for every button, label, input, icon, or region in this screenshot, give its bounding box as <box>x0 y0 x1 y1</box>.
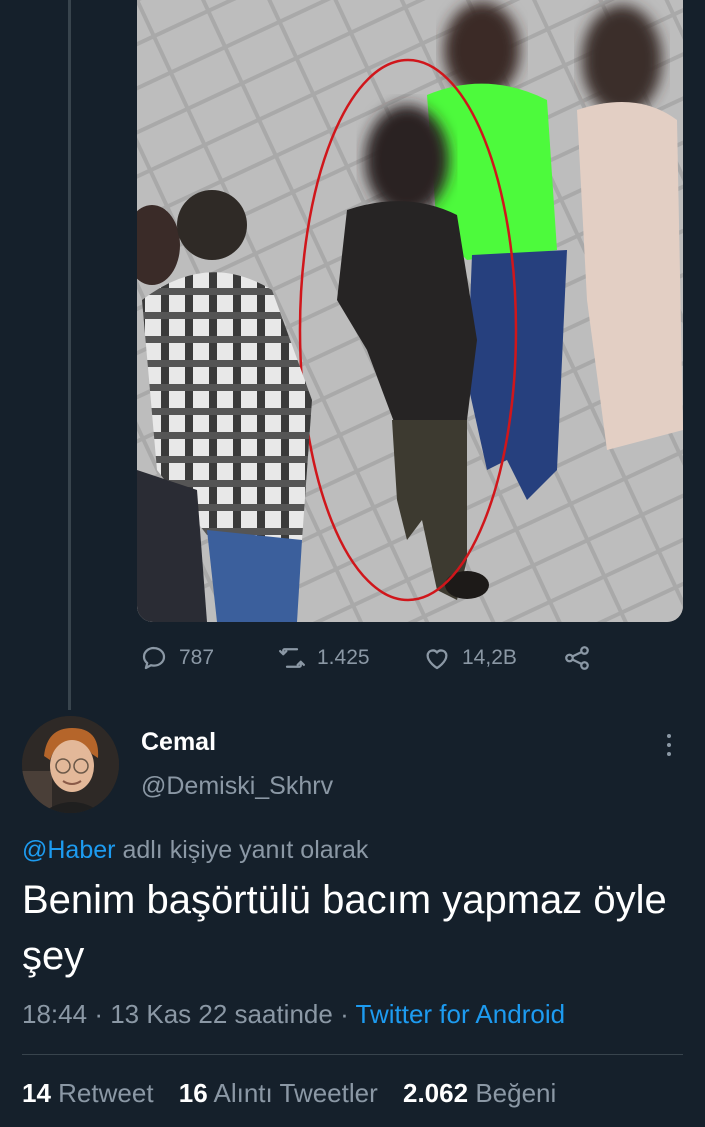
likes-stat[interactable]: 2.062 Beğeni <box>403 1078 556 1108</box>
more-dot-icon <box>667 743 671 747</box>
like-count: 14,2B <box>462 646 517 669</box>
retweets-count: 14 <box>22 1078 51 1108</box>
quotes-stat[interactable]: 16 Alıntı Tweetler <box>179 1078 378 1108</box>
reply-count: 787 <box>179 646 215 669</box>
meta-separator: · <box>340 999 349 1029</box>
retweet-button[interactable]: 1.425 <box>277 643 370 673</box>
tweet-date[interactable]: 13 Kas 22 saatinde <box>110 999 333 1029</box>
thread-connector-line <box>68 0 71 710</box>
retweet-icon <box>279 648 305 668</box>
retweet-count: 1.425 <box>317 646 370 669</box>
divider <box>22 1054 683 1055</box>
retweets-label: Retweet <box>58 1078 154 1108</box>
display-name[interactable]: Cemal <box>141 728 216 757</box>
retweets-stat[interactable]: 14 Retweet <box>22 1078 154 1108</box>
replying-to-mention-link[interactable]: @Haber <box>22 836 115 864</box>
likes-label: Beğeni <box>475 1078 557 1108</box>
reply-button[interactable]: 787 <box>139 643 214 673</box>
engagement-stats: 14 Retweet 16 Alıntı Tweetler 2.062 Beğe… <box>22 1078 574 1109</box>
heart-icon <box>426 649 448 670</box>
more-dot-icon <box>667 734 671 738</box>
more-options-button[interactable] <box>654 730 684 760</box>
avatar[interactable] <box>22 716 119 813</box>
replying-to-line: @Haber adlı kişiye yanıt olarak <box>22 836 368 865</box>
share-icon <box>565 646 589 670</box>
tweet-text: Benim başörtülü bacım yapmaz öyle şey <box>22 878 667 978</box>
replying-to-suffix: adlı kişiye yanıt olarak <box>122 836 369 864</box>
likes-count: 2.062 <box>403 1078 469 1108</box>
cctv-photo-illustration <box>137 0 683 622</box>
meta-separator: · <box>94 999 103 1029</box>
tweet-time[interactable]: 18:44 <box>22 999 87 1029</box>
avatar-photo <box>22 716 119 813</box>
quotes-label: Alıntı Tweetler <box>213 1078 378 1108</box>
quotes-count: 16 <box>178 1078 208 1108</box>
user-handle[interactable]: @Demiski_Skhrv <box>141 772 333 801</box>
tweet-meta: 18:44 · 13 Kas 22 saatinde · Twitter for… <box>22 999 565 1030</box>
reply-icon <box>142 646 166 670</box>
share-button[interactable] <box>562 643 592 673</box>
tweet-client-link[interactable]: Twitter for Android <box>356 999 566 1029</box>
tweet-photo[interactable] <box>137 0 683 622</box>
like-button[interactable]: 14,2B <box>422 643 517 673</box>
tweet-action-bar: 787 1.425 14,2B <box>137 640 617 676</box>
more-dot-icon <box>667 752 671 756</box>
